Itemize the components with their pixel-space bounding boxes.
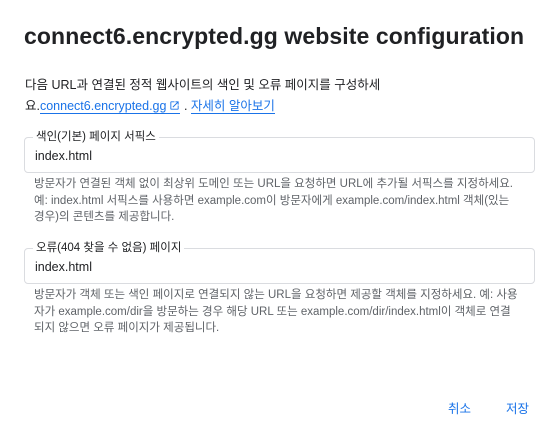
learn-more-link[interactable]: 자세히 알아보기 [190, 99, 275, 114]
dialog-description: 다음 URL과 연결된 정적 웹사이트의 색인 및 오류 페이지를 구성하세요.… [25, 75, 425, 117]
open-in-new-icon [170, 101, 180, 110]
index-suffix-label: 색인(기본) 페이지 서픽스 [33, 130, 159, 144]
error-page-field[interactable]: 오류(404 찾을 수 없음) 페이지 index.html [24, 241, 535, 284]
description-separator: . [183, 99, 188, 113]
index-suffix-hint: 방문자가 연결된 객체 없이 최상위 도메인 또는 URL을 요청하면 URL에… [34, 178, 514, 223]
website-configuration-dialog: connect6.encrypted.gg website configurat… [0, 0, 557, 441]
index-suffix-input[interactable]: index.html [35, 148, 92, 164]
dialog-title: connect6.encrypted.gg website configurat… [24, 23, 525, 49]
save-button[interactable]: 저장 [506, 400, 529, 418]
site-link-label: connect6.encrypted.gg [39, 99, 167, 113]
site-link[interactable]: connect6.encrypted.gg [39, 99, 181, 114]
error-page-hint: 방문자가 객체 또는 색인 페이지로 연결되지 않는 URL을 요청하면 제공할… [34, 289, 518, 334]
error-page-input[interactable]: index.html [35, 259, 92, 275]
error-page-label: 오류(404 찾을 수 없음) 페이지 [33, 241, 185, 255]
cancel-button[interactable]: 취소 [448, 400, 471, 418]
index-suffix-field[interactable]: 색인(기본) 페이지 서픽스 index.html [24, 130, 535, 173]
